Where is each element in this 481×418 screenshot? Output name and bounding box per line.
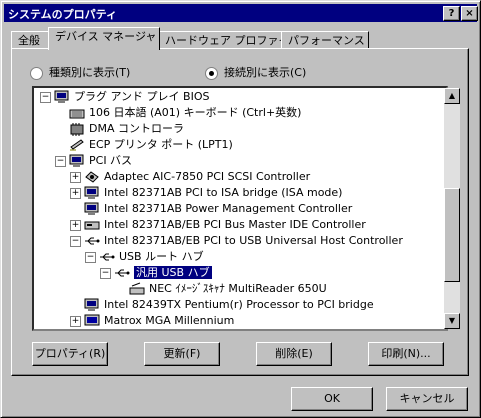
remove-button[interactable]: 削除(E) [256, 342, 332, 366]
window-title: システムのプロパティ [8, 8, 118, 21]
cancel-button[interactable]: キャンセル [386, 387, 468, 411]
tab-general[interactable]: 全般 [11, 31, 49, 49]
tree-item-label: DMA コントローラ [89, 122, 184, 135]
scroll-thumb[interactable] [444, 188, 460, 282]
tree-item[interactable]: − USB ルート ハブ [85, 249, 204, 265]
ok-button[interactable]: OK [291, 387, 373, 411]
printer-port-icon [69, 138, 85, 152]
scanner-icon [129, 282, 145, 296]
tree-item-label: 汎用 USB ハブ [134, 266, 212, 279]
scroll-down-button[interactable]: ▼ [444, 313, 460, 329]
display-icon [84, 314, 100, 328]
computer-icon [84, 186, 100, 200]
collapse-icon[interactable]: − [55, 156, 66, 167]
device-tree[interactable]: − プラグ アンド プレイ BIOS 106 日本語 (A01) キーボード (Ct… [32, 86, 448, 331]
expand-icon[interactable]: + [70, 316, 81, 327]
tab-device-manager[interactable]: デバイス マネージャ [48, 27, 160, 50]
collapse-icon[interactable]: − [100, 268, 111, 279]
collapse-icon[interactable]: − [40, 92, 51, 103]
tree-item[interactable]: − プラグ アンド プレイ BIOS [40, 89, 210, 105]
help-button[interactable]: ? [443, 6, 460, 21]
title-bar[interactable]: システムのプロパティ ? × [4, 4, 478, 22]
tree-item-label: Intel 82371AB/EB PCI to USB Universal Ho… [104, 234, 403, 247]
expand-icon[interactable]: + [70, 188, 81, 199]
computer-icon [54, 90, 70, 104]
scroll-up-button[interactable]: ▲ [444, 88, 460, 104]
keyboard-icon [69, 106, 85, 120]
tree-item[interactable]: + Intel 82371AB/EB PCI Bus Master IDE Con… [70, 217, 366, 233]
device-manager-panel: 種類別に表示(T) 接続別に表示(C) − プラグ アンド プレイ BIOS 106… [11, 48, 469, 376]
radio-by-type[interactable]: 種類別に表示(T) [30, 65, 130, 81]
tree-item-label: Intel 82439TX Pentium(r) Processor to PC… [104, 298, 374, 311]
usb-icon [99, 250, 115, 264]
usb-icon [114, 266, 130, 280]
tree-item[interactable]: − PCI バス [55, 153, 133, 169]
tree-item-label: USB ルート ハブ [119, 250, 204, 263]
tree-item-label: Intel 82371AB PCI to ISA bridge (ISA mod… [104, 186, 343, 199]
tree-item[interactable]: + Adaptec AIC-7850 PCI SCSI Controller [70, 169, 311, 185]
device-icon [69, 122, 85, 136]
radio-by-connection-label: 接続別に表示(C) [224, 66, 307, 79]
expand-icon[interactable]: + [70, 220, 81, 231]
tree-scrollbar[interactable]: ▲ ▼ [444, 88, 460, 329]
usb-icon [84, 234, 100, 248]
tree-item-label: 106 日本語 (A01) キーボード (Ctrl+英数) [89, 106, 302, 119]
tree-item[interactable]: Intel 82439TX Pentium(r) Processor to PC… [84, 297, 374, 313]
computer-icon [69, 154, 85, 168]
radio-by-type-circle [30, 66, 43, 80]
tree-item[interactable]: − Intel 82371AB/EB PCI to USB Universal H… [70, 233, 403, 249]
print-button[interactable]: 印刷(N)... [368, 342, 444, 366]
tab-hardware-profiles[interactable]: ハードウェア プロファイル [158, 31, 301, 49]
tree-item-label: ECP プリンタ ポート (LPT1) [89, 138, 233, 151]
system-properties-window: システムのプロパティ ? × 全般 デバイス マネージャ ハードウェア プロファ… [0, 0, 481, 418]
tree-item[interactable]: + Matrox MGA Millennium [70, 313, 235, 329]
tree-item[interactable]: Intel 82371AB Power Management Controlle… [84, 201, 352, 217]
tree-item[interactable]: NEC ｲﾒｰｼﾞｽｷｬﾅ MultiReader 650U [129, 281, 327, 297]
tree-item-label: Matrox MGA Millennium [104, 314, 235, 327]
radio-by-connection-circle [205, 66, 218, 80]
tree-item-label: Intel 82371AB Power Management Controlle… [104, 202, 353, 215]
collapse-icon[interactable]: − [70, 236, 81, 247]
tree-item[interactable]: ECP プリンタ ポート (LPT1) [69, 137, 233, 153]
refresh-button[interactable]: 更新(F) [144, 342, 220, 366]
radio-by-connection[interactable]: 接続別に表示(C) [205, 65, 306, 81]
tree-item-label: Intel 82371AB/EB PCI Bus Master IDE Cont… [104, 218, 366, 231]
tree-item-label: プラグ アンド プレイ BIOS [74, 90, 210, 103]
scsi-icon [84, 170, 100, 184]
close-button[interactable]: × [461, 6, 478, 21]
tree-item[interactable]: + Intel 82371AB PCI to ISA bridge (ISA mo… [70, 185, 343, 201]
computer-icon [84, 298, 100, 312]
tree-item[interactable]: DMA コントローラ [69, 121, 184, 137]
tree-item-label: Adaptec AIC-7850 PCI SCSI Controller [104, 170, 311, 183]
tree-item[interactable]: − 汎用 USB ハブ [100, 265, 212, 281]
tree-item-label: NEC ｲﾒｰｼﾞｽｷｬﾅ MultiReader 650U [149, 282, 327, 295]
disk-controller-icon [84, 218, 100, 232]
collapse-icon[interactable]: − [85, 252, 96, 263]
radio-by-type-label: 種類別に表示(T) [49, 66, 131, 79]
tree-item-label: PCI バス [89, 154, 133, 167]
expand-icon[interactable]: + [70, 172, 81, 183]
computer-icon [84, 202, 100, 216]
tab-performance[interactable]: パフォーマンス [281, 31, 369, 49]
properties-button[interactable]: プロパティ(R) [32, 342, 108, 366]
tree-item[interactable]: 106 日本語 (A01) キーボード (Ctrl+英数) [69, 105, 301, 121]
